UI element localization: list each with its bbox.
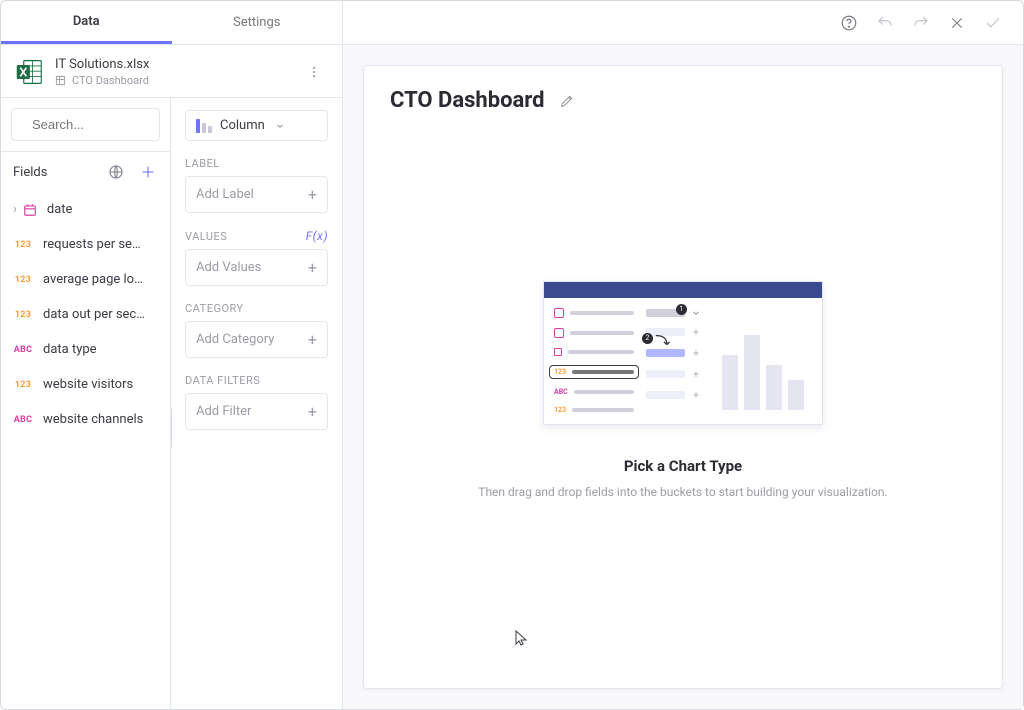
fx-button[interactable]: F(x) — [306, 229, 328, 243]
plus-icon: + — [308, 402, 317, 421]
plus-icon: + — [308, 330, 317, 349]
calendar-icon — [23, 203, 37, 217]
field-label: date — [47, 202, 73, 217]
add-field-icon[interactable] — [138, 162, 158, 182]
plus-icon: + — [308, 258, 317, 277]
category-section-title: CATEGORY — [185, 302, 328, 315]
canvas-card: CTO Dashboard — [363, 65, 1003, 689]
field-item[interactable]: ABC data type — [1, 334, 170, 365]
field-item[interactable]: 123 data out per sec… — [1, 299, 170, 330]
chart-type-label: Column — [220, 118, 265, 133]
filters-section-title: DATA FILTERS — [185, 374, 328, 387]
values-section-title: VALUES — [185, 230, 227, 243]
text-badge: ABC — [13, 345, 33, 355]
field-label: website channels — [43, 412, 143, 427]
file-menu-icon[interactable] — [302, 60, 326, 84]
field-label: website visitors — [43, 377, 133, 392]
fields-heading: Fields — [13, 165, 47, 180]
fields-panel: Fields date 123 requests per se… 123 average… — [1, 98, 171, 709]
tab-settings[interactable]: Settings — [172, 1, 343, 44]
undo-icon[interactable] — [875, 13, 895, 33]
help-icon[interactable] — [839, 13, 859, 33]
field-item[interactable]: 123 requests per se… — [1, 229, 170, 260]
chevron-down-icon — [275, 121, 285, 131]
label-section-title: LABEL — [185, 157, 328, 170]
numeric-badge: 123 — [13, 380, 33, 390]
values-bucket[interactable]: Add Values+ — [185, 249, 328, 286]
plus-icon: + — [308, 185, 317, 204]
empty-state-illustration: 123 ABC 123 1 + — [543, 281, 823, 425]
top-bar: Data Settings — [1, 1, 1023, 45]
column-chart-icon — [196, 119, 212, 133]
filters-bucket[interactable]: Add Filter+ — [185, 393, 328, 430]
empty-state: 123 ABC 123 1 + — [390, 113, 976, 666]
field-label: data out per sec… — [43, 307, 145, 322]
empty-state-subtitle: Then drag and drop fields into the bucke… — [478, 485, 887, 499]
edit-title-icon[interactable] — [557, 91, 577, 111]
numeric-badge: 123 — [13, 310, 33, 320]
field-item[interactable]: ABC website channels — [1, 404, 170, 435]
field-label: requests per se… — [43, 237, 141, 252]
chart-type-selector[interactable]: Column — [185, 110, 328, 141]
top-tabs: Data Settings — [1, 1, 343, 44]
empty-state-title: Pick a Chart Type — [624, 457, 742, 475]
redo-icon[interactable] — [911, 13, 931, 33]
file-row: IT Solutions.xlsx CTO Dashboard — [1, 45, 342, 98]
sidebar: IT Solutions.xlsx CTO Dashboard — [1, 45, 343, 709]
field-item[interactable]: date — [1, 194, 170, 225]
field-list: date 123 requests per se… 123 average page l… — [1, 192, 170, 437]
top-actions — [343, 1, 1023, 44]
excel-icon — [15, 58, 43, 86]
label-bucket[interactable]: Add Label+ — [185, 176, 328, 213]
numeric-badge: 123 — [13, 275, 33, 285]
numeric-badge: 123 — [13, 240, 33, 250]
field-item[interactable]: 123 average page lo… — [1, 264, 170, 295]
config-panel: Column LABEL Add Label+ VALUES F(x) — [171, 98, 342, 709]
field-label: data type — [43, 342, 97, 357]
globe-icon[interactable] — [106, 162, 126, 182]
field-label: average page lo… — [43, 272, 143, 287]
category-bucket[interactable]: Add Category+ — [185, 321, 328, 358]
text-badge: ABC — [13, 415, 33, 425]
confirm-icon[interactable] — [983, 13, 1003, 33]
dashboard-title: CTO Dashboard — [390, 88, 545, 113]
canvas-area: CTO Dashboard — [343, 45, 1023, 709]
cursor-icon — [515, 630, 529, 646]
tab-data[interactable]: Data — [1, 1, 172, 44]
file-name: IT Solutions.xlsx — [55, 57, 302, 72]
field-item[interactable]: 123 website visitors — [1, 369, 170, 400]
close-icon[interactable] — [947, 13, 967, 33]
file-sheet: CTO Dashboard — [55, 74, 302, 87]
search-input[interactable] — [11, 108, 160, 141]
